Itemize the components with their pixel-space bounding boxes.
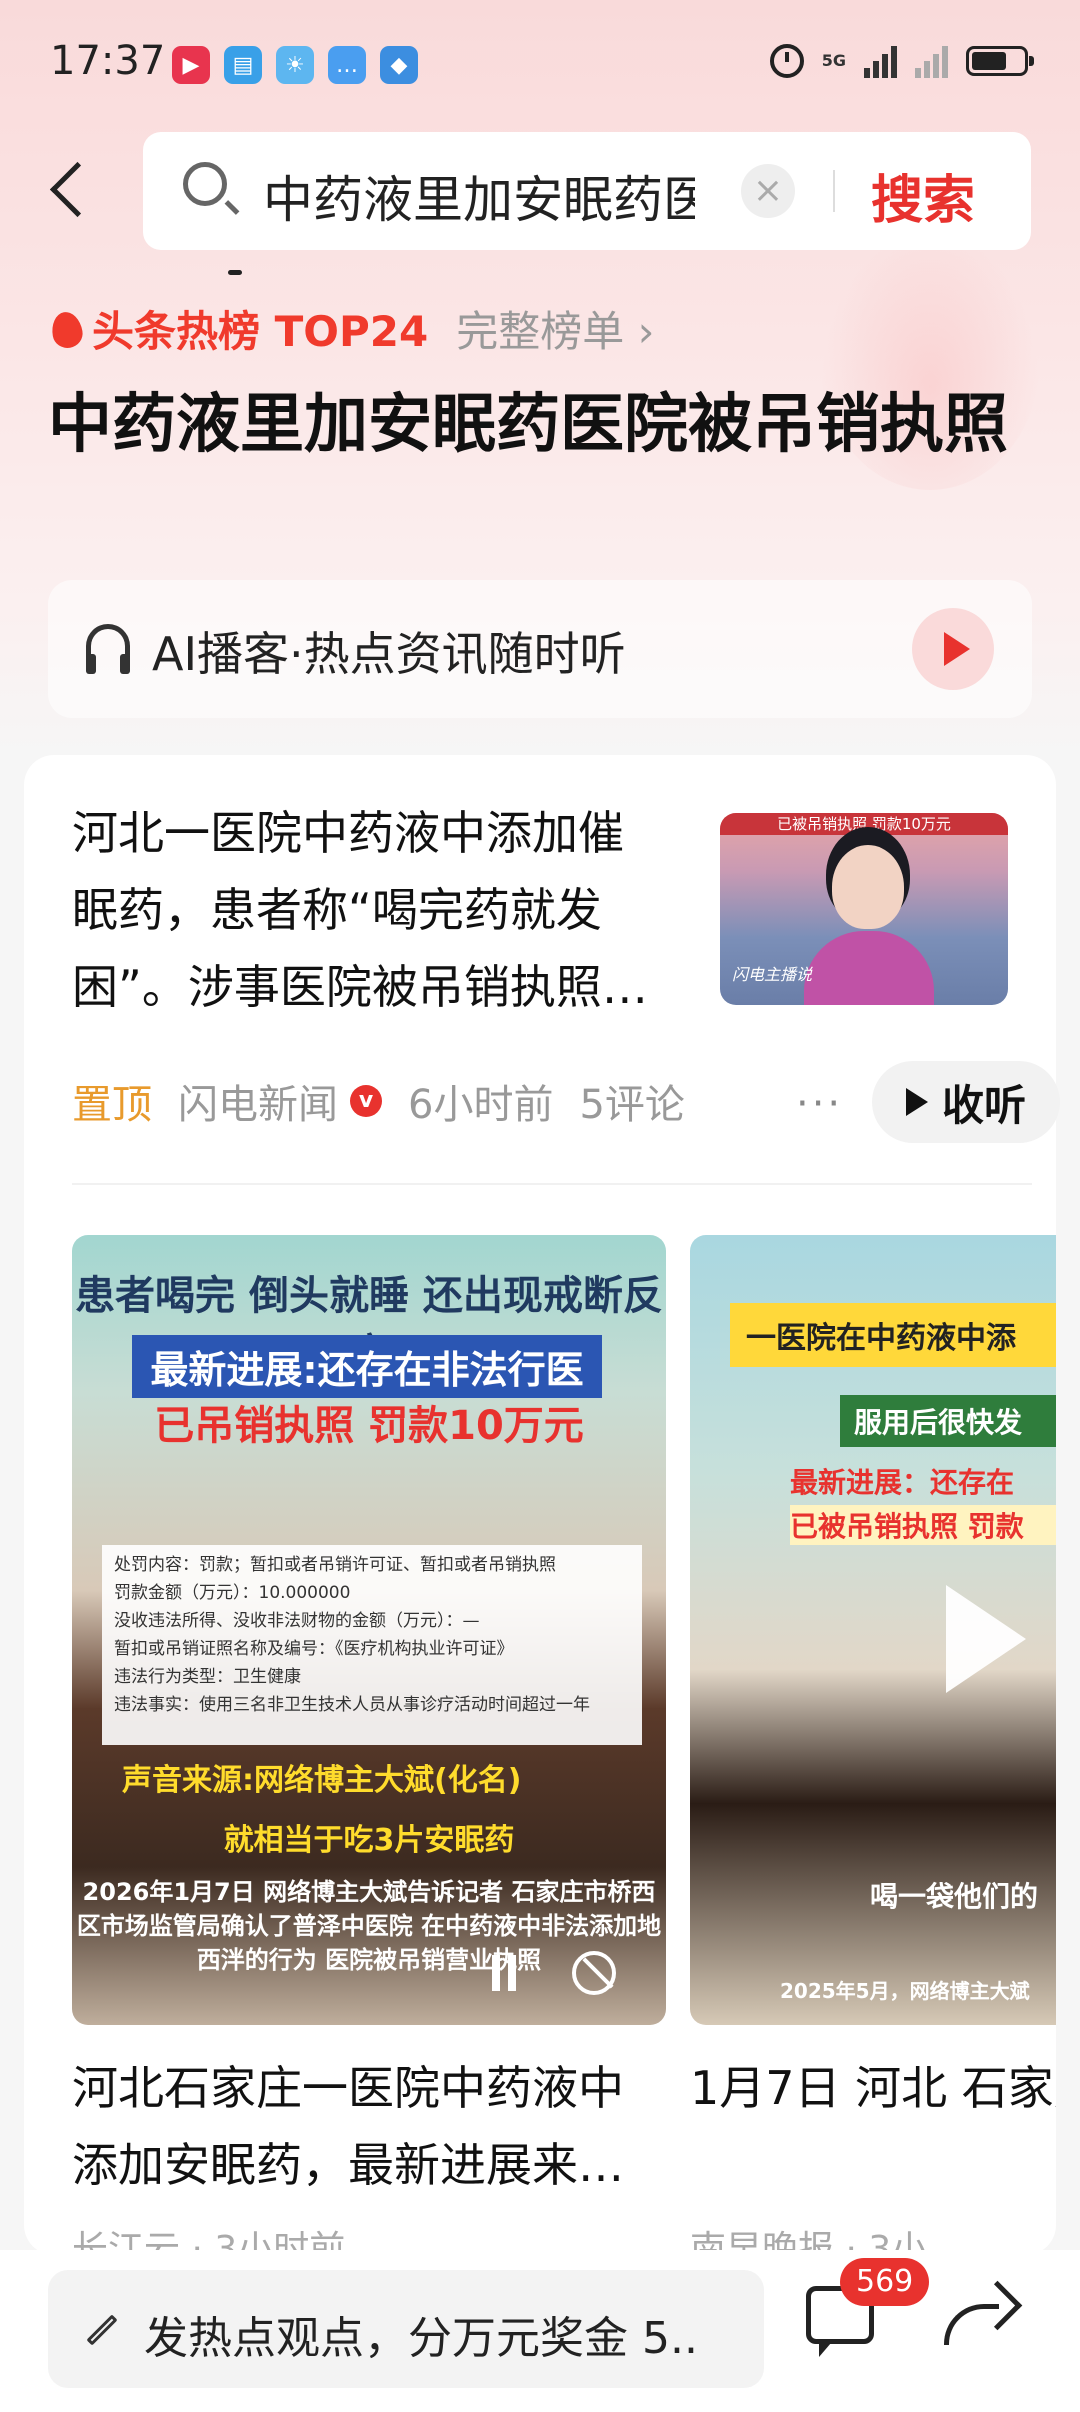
alarm-icon bbox=[769, 44, 804, 78]
message-app-icon: … bbox=[328, 46, 366, 84]
notification-icons: ▶ ▤ ☀ … ◆ bbox=[172, 46, 418, 84]
notice-line: 罚款金额（万元）：10.000000 bbox=[114, 1583, 351, 1603]
video-caption-2[interactable]: 1月7日 河北 石家庄 一医院在中药液中添加 bbox=[690, 2050, 1056, 2127]
video-overlay-red-2: 已被吊销执照 罚款 bbox=[790, 1505, 1056, 1545]
tab-indicator bbox=[228, 270, 242, 275]
mute-icon[interactable] bbox=[572, 1951, 616, 1995]
bottom-action-bar: 发热点观点，分万元奖金 5.. 569 bbox=[0, 2250, 1080, 2412]
penalty-notice: 处罚内容：罚款；暂扣或者吊销许可证、暂扣或者吊销执照 罚款金额（万元）：10.0… bbox=[102, 1545, 642, 1745]
network-type-label: 5G bbox=[821, 51, 846, 70]
listen-button[interactable]: 收听 bbox=[872, 1061, 1060, 1143]
search-divider bbox=[833, 170, 835, 212]
thumbnail-logo: 闪电主播说 bbox=[732, 965, 813, 984]
notice-line: 违法事实：使用三名非卫生技术人员从事诊疗活动时间超过一年 bbox=[114, 1695, 590, 1715]
pause-icon[interactable] bbox=[492, 1955, 500, 1991]
search-input[interactable]: 中药液里加安眠药医院被吊销执照 bbox=[263, 160, 695, 232]
clear-search-button[interactable]: × bbox=[741, 164, 795, 218]
hot-rank-row: 头条热榜 TOP24 完整榜单 › bbox=[48, 298, 654, 358]
headphone-icon bbox=[86, 624, 130, 674]
video-overlay-red: 已吊销执照 罚款10万元 bbox=[154, 1403, 584, 1449]
thumbnail-banner: 已被吊销执照 罚款10万元 bbox=[720, 813, 1008, 835]
video-caption-1[interactable]: 河北石家庄一医院中药液中添加安眠药，最新进展来… bbox=[72, 2050, 666, 2204]
video-overlay-yellow: 一医院在中药液中添 bbox=[730, 1303, 1056, 1367]
video-bottom-text: 喝一袋他们的 bbox=[870, 1880, 1039, 1913]
search-icon bbox=[183, 162, 227, 206]
status-indicators: 5G bbox=[769, 44, 1034, 78]
comment-input[interactable]: 发热点观点，分万元奖金 5.. bbox=[48, 2270, 764, 2388]
article-title[interactable]: 河北一医院中药液中添加催眠药，患者称“喝完药就发困”。涉事医院被吊销执照… bbox=[72, 795, 652, 1026]
back-button[interactable] bbox=[40, 150, 100, 230]
pen-icon bbox=[78, 2308, 118, 2348]
article-source[interactable]: 闪电新闻 bbox=[178, 1072, 338, 1130]
article-thumbnail[interactable]: 已被吊销执照 罚款10万元 闪电主播说 bbox=[720, 813, 1008, 1005]
comment-count-badge: 569 bbox=[840, 2258, 930, 2306]
video-overlay-blue: 最新进展:还存在非法行医 bbox=[132, 1335, 602, 1398]
video-overlay-green: 服用后很快发 bbox=[840, 1395, 1056, 1447]
video-app-icon: ▶ bbox=[172, 46, 210, 84]
article-time: 6小时前 bbox=[408, 1082, 554, 1128]
battery-icon bbox=[966, 46, 1034, 76]
anchor-portrait-body bbox=[804, 931, 934, 1005]
news-card: 河北一医院中药液中添加催眠药，患者称“喝完药就发困”。涉事医院被吊销执照… 已被… bbox=[24, 755, 1060, 2270]
signal-icon bbox=[864, 44, 897, 78]
search-button[interactable]: 搜索 bbox=[871, 158, 975, 233]
ai-podcast-card[interactable]: AI播客·热点资讯随时听 bbox=[48, 580, 1032, 718]
signal-secondary-icon bbox=[915, 44, 948, 78]
flame-icon bbox=[48, 306, 84, 350]
pinned-badge: 置顶 bbox=[72, 1082, 152, 1128]
comment-placeholder: 发热点观点，分万元奖金 5.. bbox=[144, 2313, 698, 2364]
anchor-portrait-head bbox=[832, 845, 904, 929]
video-thumbnail-2[interactable]: 一医院在中药液中添 服用后很快发 最新进展：还存在 已被吊销执照 罚款 喝一袋他… bbox=[690, 1235, 1056, 2025]
play-podcast-button[interactable] bbox=[912, 608, 994, 690]
voice-source-text: 声音来源:网络博主大斌(化名) bbox=[122, 1763, 522, 1798]
more-options-button[interactable]: ··· bbox=[796, 1081, 843, 1127]
play-icon[interactable] bbox=[946, 1585, 1026, 1693]
status-bar: 17:37 ▶ ▤ ☀ … ◆ 5G bbox=[0, 0, 1080, 135]
notice-line: 暂扣或吊销证照名称及编号：《医疗机构执业许可证》 bbox=[114, 1639, 514, 1659]
status-time: 17:37 bbox=[50, 38, 166, 84]
notice-line: 没收违法所得、没收非法财物的金额（万元）：— bbox=[114, 1611, 480, 1631]
search-box[interactable]: 中药液里加安眠药医院被吊销执照 × 搜索 bbox=[143, 132, 1031, 250]
listen-label: 收听 bbox=[941, 1080, 1026, 1130]
article-meta: 置顶 闪电新闻 v 6小时前 5评论 ··· 收听 bbox=[72, 1061, 1060, 1143]
share-icon[interactable] bbox=[936, 2280, 1016, 2360]
play-icon bbox=[905, 1088, 928, 1116]
article-comments: 5评论 bbox=[579, 1082, 685, 1128]
video-thumbnail-1[interactable]: 患者喝完 倒头就睡 还出现戒断反应 最新进展:还存在非法行医 已吊销执照 罚款1… bbox=[72, 1235, 666, 2025]
reader-app-icon: ▤ bbox=[224, 46, 262, 84]
notice-line: 违法行为类型：卫生健康 bbox=[114, 1667, 301, 1687]
full-list-link[interactable]: 完整榜单 › bbox=[456, 298, 654, 359]
weather-app-icon: ☀ bbox=[276, 46, 314, 84]
notice-line: 处罚内容：罚款；暂扣或者吊销许可证、暂扣或者吊销执照 bbox=[114, 1555, 556, 1575]
topic-title: 中药液里加安眠药医院被吊销执照 bbox=[48, 388, 1008, 462]
divider bbox=[72, 1183, 1032, 1185]
security-app-icon: ◆ bbox=[380, 46, 418, 84]
video-overlay-red: 最新进展：还存在 bbox=[790, 1466, 1015, 1499]
ai-podcast-label: AI播客·热点资讯随时听 bbox=[152, 627, 626, 681]
video-date-text: 2025年5月，网络博主大斌 bbox=[780, 1979, 1030, 2003]
hot-rank-label: 头条热榜 TOP24 bbox=[92, 306, 429, 356]
verified-icon: v bbox=[350, 1085, 382, 1117]
